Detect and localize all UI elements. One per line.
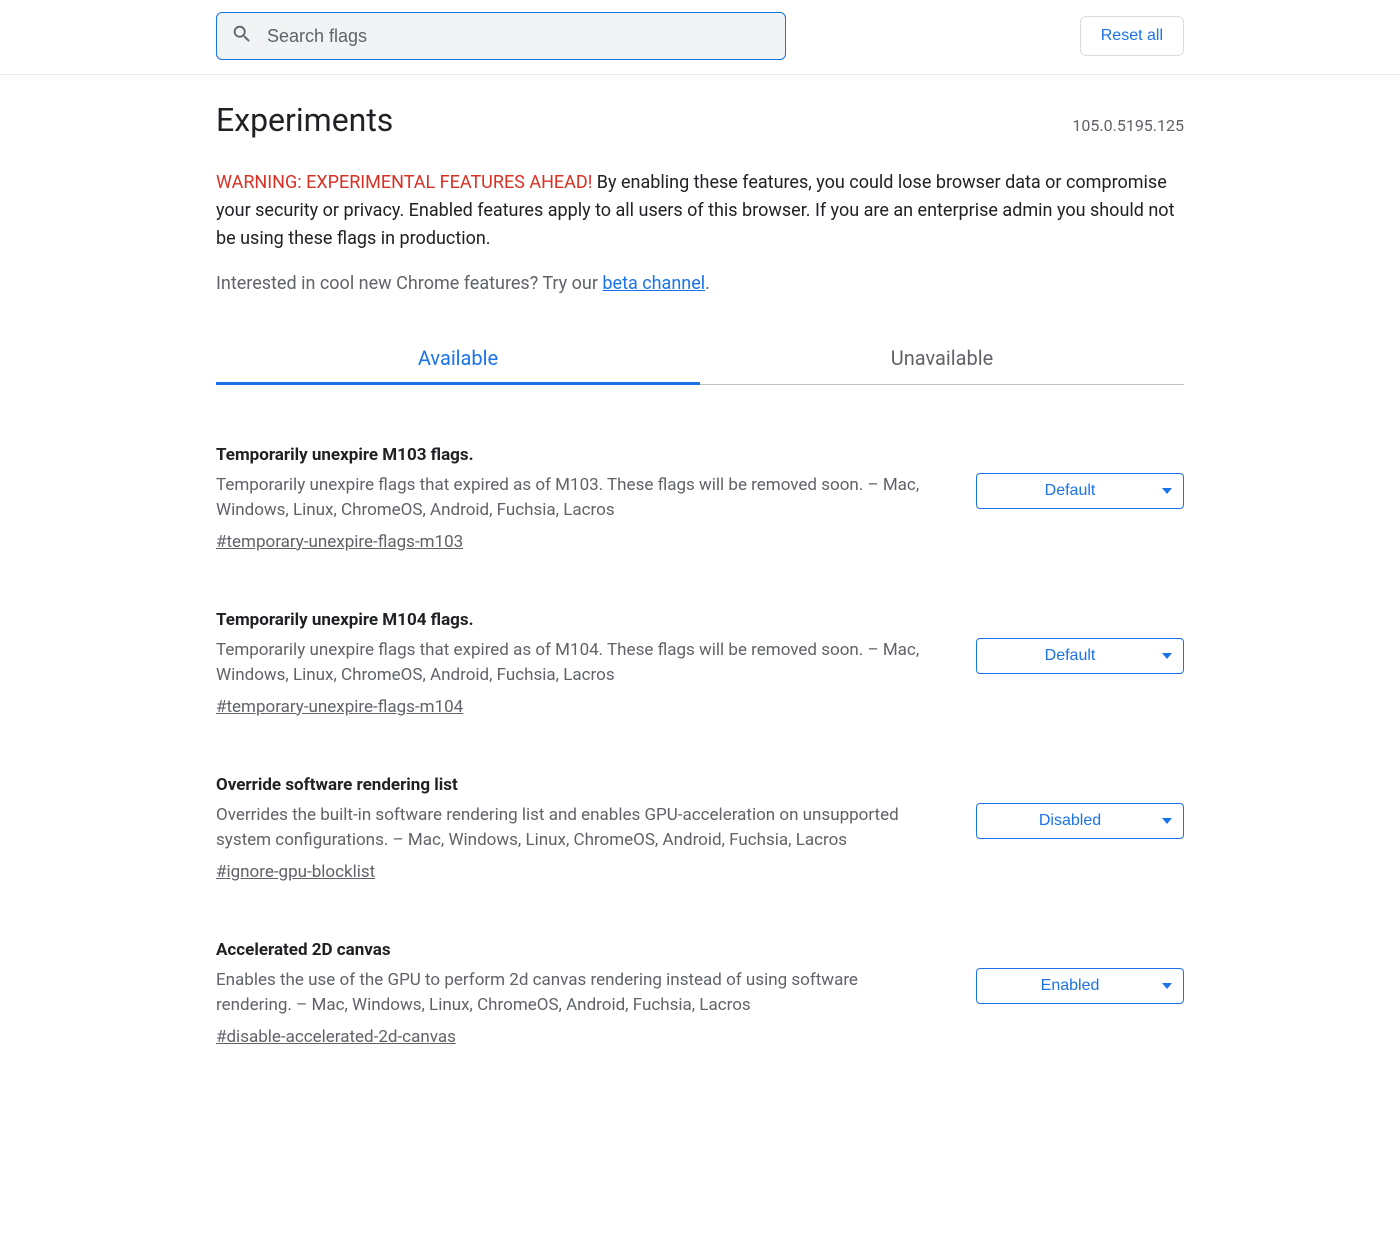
- flag-title: Temporarily unexpire M104 flags.: [216, 610, 936, 630]
- flag-state-select[interactable]: DefaultEnabledDisabled: [976, 638, 1184, 674]
- page-title: Experiments: [216, 101, 393, 139]
- warning-prefix: WARNING: EXPERIMENTAL FEATURES AHEAD!: [216, 172, 592, 193]
- flag-title: Temporarily unexpire M103 flags.: [216, 445, 936, 465]
- flag-anchor-link[interactable]: #disable-accelerated-2d-canvas: [216, 1027, 456, 1047]
- flag-text: Temporarily unexpire M104 flags. Temporar…: [216, 610, 936, 717]
- select-container: DefaultEnabledDisabled: [976, 803, 1184, 839]
- beta-tail: .: [705, 273, 710, 294]
- tabs: Available Unavailable: [216, 332, 1184, 385]
- header-divider: [0, 74, 1400, 75]
- search-box[interactable]: [216, 12, 786, 60]
- beta-channel-link[interactable]: beta channel: [602, 273, 705, 294]
- flag-text: Override software rendering list Override…: [216, 775, 936, 882]
- flag-item: Accelerated 2D canvas Enables the use of …: [216, 940, 1184, 1047]
- flag-item: Override software rendering list Override…: [216, 775, 1184, 882]
- title-row: Experiments 105.0.5195.125: [216, 101, 1184, 139]
- beta-line: Interested in cool new Chrome features? …: [216, 273, 1184, 294]
- flag-text: Temporarily unexpire M103 flags. Temporar…: [216, 445, 936, 552]
- flags-list: Temporarily unexpire M103 flags. Temporar…: [216, 385, 1184, 1047]
- select-container: DefaultEnabledDisabled: [976, 473, 1184, 509]
- flag-description: Temporarily unexpire flags that expired …: [216, 638, 936, 689]
- flag-title: Override software rendering list: [216, 775, 936, 795]
- tab-unavailable[interactable]: Unavailable: [700, 332, 1184, 384]
- flag-anchor-link[interactable]: #temporary-unexpire-flags-m103: [216, 532, 463, 552]
- flag-state-select[interactable]: DefaultEnabledDisabled: [976, 968, 1184, 1004]
- version-label: 105.0.5195.125: [1072, 116, 1184, 135]
- select-container: DefaultEnabledDisabled: [976, 638, 1184, 674]
- tab-available[interactable]: Available: [216, 332, 700, 384]
- flag-text: Accelerated 2D canvas Enables the use of …: [216, 940, 936, 1047]
- flag-item: Temporarily unexpire M104 flags. Temporar…: [216, 610, 1184, 717]
- reset-all-button[interactable]: Reset all: [1080, 16, 1184, 56]
- flag-select-wrap: DefaultEnabledDisabled: [976, 968, 1184, 1004]
- flag-item: Temporarily unexpire M103 flags. Temporar…: [216, 445, 1184, 552]
- flag-select-wrap: DefaultEnabledDisabled: [976, 803, 1184, 839]
- select-container: DefaultEnabledDisabled: [976, 968, 1184, 1004]
- flag-state-select[interactable]: DefaultEnabledDisabled: [976, 803, 1184, 839]
- search-input[interactable]: [267, 26, 771, 47]
- flag-anchor-link[interactable]: #ignore-gpu-blocklist: [216, 862, 375, 882]
- flag-anchor-link[interactable]: #temporary-unexpire-flags-m104: [216, 697, 463, 717]
- flag-description: Temporarily unexpire flags that expired …: [216, 473, 936, 524]
- flag-state-select[interactable]: DefaultEnabledDisabled: [976, 473, 1184, 509]
- flag-select-wrap: DefaultEnabledDisabled: [976, 473, 1184, 509]
- flag-description: Enables the use of the GPU to perform 2d…: [216, 968, 936, 1019]
- warning-text: WARNING: EXPERIMENTAL FEATURES AHEAD! By…: [216, 169, 1184, 253]
- flag-description: Overrides the built-in software renderin…: [216, 803, 936, 854]
- beta-lead: Interested in cool new Chrome features? …: [216, 273, 602, 294]
- topbar: Reset all: [216, 0, 1184, 74]
- flag-select-wrap: DefaultEnabledDisabled: [976, 638, 1184, 674]
- search-icon: [231, 23, 267, 49]
- flag-title: Accelerated 2D canvas: [216, 940, 936, 960]
